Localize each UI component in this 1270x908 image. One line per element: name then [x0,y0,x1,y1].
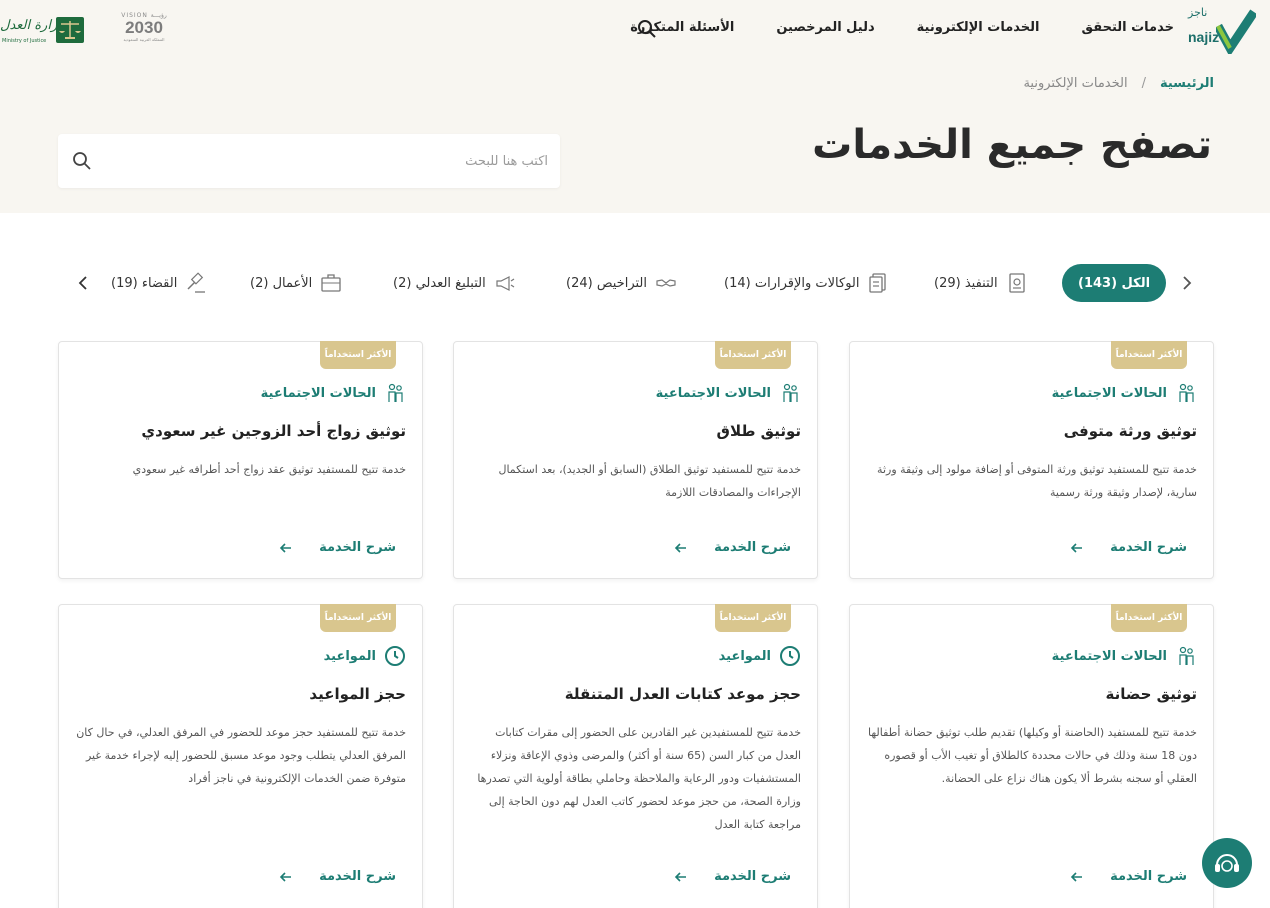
most-used-badge: الأكثر استخداماً [715,604,791,632]
most-used-badge: الأكثر استخداماً [320,604,396,632]
card-category: الحالات الاجتماعية [656,382,801,404]
card-description: خدمة تتيح للمستفيد حجز موعد للحضور في ال… [76,726,406,785]
most-used-badge: الأكثر استخداماً [1111,341,1187,369]
tab-execution[interactable]: التنفيذ (29) [934,264,1028,302]
arrow-left-icon [279,871,292,882]
card-description: خدمة تتيح للمستفيد توثيق ورثة المتوفى أو… [877,463,1197,499]
card-title: توثيق طلاق [716,422,801,440]
most-used-badge: الأكثر استخداماً [320,341,396,369]
arrow-left-icon [1070,542,1083,553]
clock-icon [780,646,800,666]
tab-all[interactable]: الكل (143) [1062,264,1167,302]
clock-icon [385,646,405,666]
breadcrumb-separator: / [1141,76,1146,91]
service-card[interactable]: الأكثر استخداماً الحالات الاجتماعية توثي… [849,341,1214,579]
search-icon[interactable] [72,151,92,171]
service-details-link[interactable]: شرح الخدمة [674,869,791,884]
service-details-link[interactable]: شرح الخدمة [279,869,396,884]
ministry-of-justice-logo: وزارة العدل Ministry of Justice [0,12,88,48]
service-card[interactable]: الأكثر استخداماً الحالات الاجتماعية توثي… [58,341,423,579]
family-icon [783,383,798,402]
search-input[interactable] [148,148,548,174]
arrow-left-icon [279,542,292,553]
family-icon [1179,383,1194,402]
breadcrumb-home[interactable]: الرئيسية [1160,76,1214,91]
card-title: توثيق زواج أحد الزوجين غير سعودي [141,422,406,440]
card-title: حجز المواعيد [309,685,406,703]
handshake-icon [656,279,676,287]
tab-business[interactable]: الأعمال (2) [250,264,342,302]
service-card[interactable]: الأكثر استخداماً الحالات الاجتماعية توثي… [849,604,1214,908]
chevron-left-icon[interactable] [74,274,92,292]
card-title: توثيق حضانة [1105,685,1198,703]
nav-electronic-services[interactable]: الخدمات الإلكترونية [917,20,1040,35]
scales-emblem-icon [56,17,84,43]
card-description: خدمة تتيح للمستفيد توثيق الطلاق (السابق … [498,463,801,499]
nav-licensees-guide[interactable]: دليل المرخصين [776,20,874,35]
service-card[interactable]: الأكثر استخداماً المواعيد حجز المواعيد خ… [58,604,423,908]
card-category: المواعيد [324,645,406,667]
card-category: الحالات الاجتماعية [261,382,406,404]
card-category: المواعيد [719,645,801,667]
megaphone-icon [496,276,515,291]
card-description: خدمة تتيح للمستفيدين غير القادرين على ال… [477,726,801,831]
service-card[interactable]: الأكثر استخداماً الحالات الاجتماعية توثي… [453,341,818,579]
main-menu: خدمات التحقق الخدمات الإلكترونية دليل ال… [630,20,1174,35]
papers-icon [869,273,887,293]
card-description: خدمة تتيح للمستفيد توثيق عقد زواج أحد أط… [132,463,406,476]
brand-english: najiz [1188,29,1220,45]
tab-licenses[interactable]: التراخيص (24) [566,264,677,302]
arrow-left-icon [1070,871,1083,882]
navbar: ناجز najiz خدمات التحقق الخدمات الإلكترو… [0,0,1270,60]
chevron-right-icon[interactable] [1178,274,1196,292]
most-used-badge: الأكثر استخداماً [1111,604,1187,632]
category-tabs: الكل (143) التنفيذ (29) الوكالات والإقرا… [70,264,1200,304]
card-title: توثيق ورثة متوفى [1063,422,1197,440]
page-header: ناجز najiz خدمات التحقق الخدمات الإلكترو… [0,0,1270,213]
most-used-badge: الأكثر استخداماً [715,341,791,369]
card-title: حجز موعد كتابات العدل المتنقلة [564,685,801,703]
family-icon [388,383,403,402]
page-title: تصفح جميع الخدمات [812,122,1212,168]
service-details-link[interactable]: شرح الخدمة [674,540,791,555]
search-icon[interactable] [637,19,657,39]
brand-arabic: ناجز [1188,6,1208,19]
service-details-link[interactable]: شرح الخدمة [1070,869,1187,884]
tab-agencies[interactable]: الوكالات والإقرارات (14) [724,264,889,302]
breadcrumb: الرئيسية / الخدمات الإلكترونية [1023,76,1214,91]
card-description: خدمة تتيح للمستفيد (الحاضنة أو وكيلها) ت… [867,726,1197,785]
search-box [58,134,560,188]
service-card[interactable]: الأكثر استخداماً المواعيد حجز موعد كتابا… [453,604,818,908]
service-details-link[interactable]: شرح الخدمة [279,540,396,555]
breadcrumb-current: الخدمات الإلكترونية [1023,76,1128,91]
briefcase-icon [321,274,341,292]
gavel-icon [187,272,206,293]
vision-2030-logo: VISION رؤيـــة 2030 المملكة العربية السع… [121,12,167,42]
support-chat-button[interactable] [1202,838,1252,888]
tab-judiciary[interactable]: القضاء (19) [111,264,207,302]
family-icon [1179,646,1194,665]
tab-judicial-notification[interactable]: التبليغ العدلي (2) [393,264,516,302]
card-category: الحالات الاجتماعية [1052,382,1197,404]
service-details-link[interactable]: شرح الخدمة [1070,540,1187,555]
document-icon [1008,273,1025,293]
najiz-logo[interactable]: ناجز najiz [1186,6,1270,54]
headset-icon [1215,854,1239,872]
card-category: الحالات الاجتماعية [1052,645,1197,667]
arrow-left-icon [674,542,687,553]
nav-verification-services[interactable]: خدمات التحقق [1082,20,1175,35]
arrow-left-icon [674,871,687,882]
najiz-check-icon [1216,9,1256,54]
